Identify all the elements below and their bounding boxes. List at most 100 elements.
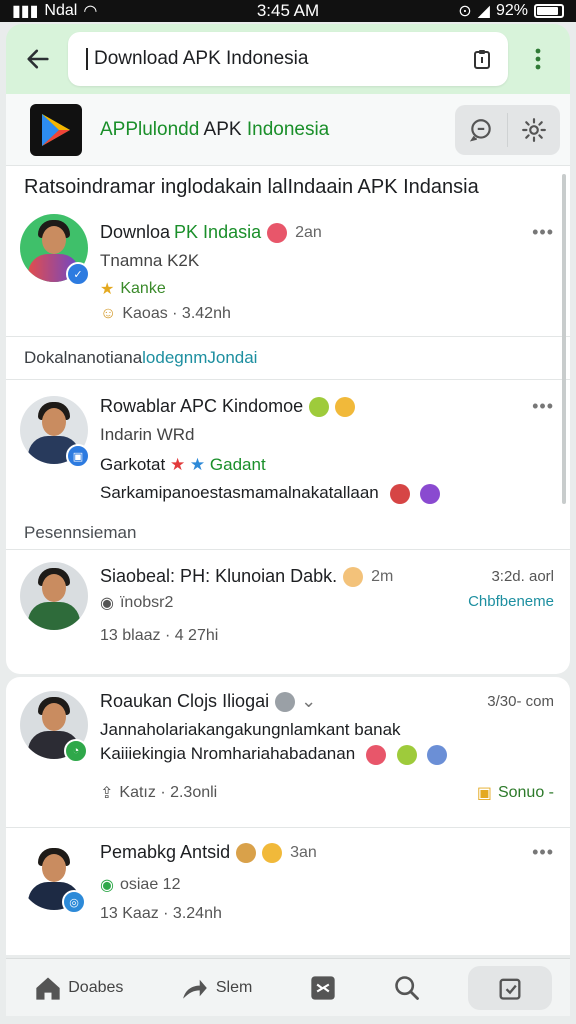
post-time: 3an	[290, 843, 317, 861]
post-sub-meta: ◉ ïnobsr2	[100, 593, 173, 613]
post-subtitle: osiae 12	[119, 876, 181, 893]
clipboard-check-icon	[499, 978, 521, 1000]
post-subtitle: ïnobsr2	[119, 594, 174, 611]
more-vertical-icon	[535, 48, 541, 70]
avatar	[20, 562, 88, 630]
badge-icon: ◎	[62, 890, 86, 914]
emoji-icon	[420, 483, 441, 504]
badge-icon: ◔	[64, 739, 88, 763]
back-button[interactable]	[16, 37, 60, 81]
shuffle-box-icon	[311, 975, 335, 1000]
more-menu-button[interactable]	[516, 37, 560, 81]
subsection-header: Dokalnanotiana lodegnmJondai	[6, 336, 570, 380]
post-action[interactable]: ▣ Sonuo -	[477, 783, 554, 803]
post-author: Siaobeal: PH: Klunoian Dabk.	[100, 566, 338, 586]
star-blue-icon: ★	[189, 455, 206, 474]
verified-badge-icon: ✓	[66, 262, 90, 286]
nav-library[interactable]	[467, 965, 552, 1010]
emoji-icon	[267, 222, 288, 243]
post-item[interactable]: ✓ Downloa PK Indasia 2an ••• Tnamna K2K …	[6, 206, 570, 336]
signal-bars-icon: ◢	[477, 3, 490, 20]
scrollbar[interactable]	[562, 174, 566, 504]
post-author: Downloa	[100, 222, 171, 242]
circle-icon: ◉	[100, 595, 114, 612]
post-action-text: Sonuo -	[497, 783, 554, 801]
text-caret	[86, 48, 88, 70]
share-arrow-icon	[183, 979, 207, 999]
post-author-highlight: PK Indasia	[174, 222, 262, 242]
post-meta: ☺ Kaoas · 3.42nh	[100, 305, 554, 323]
post-right-label[interactable]: Chbfbeneme	[468, 593, 554, 613]
carrier-name: Ndal	[44, 2, 78, 19]
section-title: Ratsoindramar inglodakain lalIndaain APK…	[24, 176, 479, 198]
post-sub-meta: ◉ osiae 12	[100, 875, 554, 895]
emoji-icon	[262, 842, 283, 863]
post-item[interactable]: Siaobeal: PH: Klunoian Dabk. 2m 3:2d. ao…	[6, 550, 570, 668]
alarm-icon: ⊙	[458, 3, 472, 20]
brand-row: APPlulondd APK Indonesia	[6, 94, 570, 166]
post-body-line2: Kaiiiekingia Nromhariahabadanan	[100, 744, 554, 765]
reaction-icon: ☺	[100, 305, 117, 322]
subsection-accent: lodegnmJondai	[142, 348, 258, 367]
brand-title-part2: APK	[203, 118, 247, 140]
post-header: Downloa PK Indasia 2an •••	[100, 206, 554, 243]
bottom-nav: Doabes Slem	[6, 958, 570, 1016]
post-more-button[interactable]: •••	[532, 396, 554, 417]
app-header	[6, 24, 570, 94]
nav-share-label: Slem	[215, 978, 253, 996]
settings-button[interactable]	[508, 105, 560, 155]
emoji-icon	[275, 691, 296, 712]
post-body-text: Kaiiiekingia Nromhariahabadanan	[100, 744, 356, 763]
battery-icon	[534, 4, 564, 18]
gear-icon	[522, 117, 546, 142]
post-row: ◉ ïnobsr2 Chbfbeneme	[100, 593, 554, 613]
nav-search[interactable]	[383, 968, 431, 1008]
avatar-face	[42, 574, 66, 602]
emoji-icon	[396, 744, 417, 765]
post-more-button[interactable]: •••	[532, 222, 554, 243]
post-right-time: 3:2d. aorl	[491, 568, 554, 585]
avatar-body	[28, 602, 80, 630]
signal-icon: ▮▮▮	[12, 3, 39, 20]
post-item[interactable]: ◔ Roaukan Clojs Iliogai ⌄ 3/30- com Jann…	[6, 677, 570, 827]
star-red-icon: ★	[169, 455, 186, 474]
avatar-face	[42, 226, 66, 254]
post-header: Pemabkg Antsid 3an •••	[100, 828, 554, 863]
share-icon[interactable]: ⇪	[100, 783, 113, 803]
emoji-icon	[343, 566, 364, 587]
post-subtitle: Tnamna K2K	[100, 251, 200, 270]
post-time: 2an	[295, 223, 322, 241]
nav-share[interactable]: Slem	[170, 969, 262, 1007]
search-input[interactable]	[94, 48, 470, 70]
post-item[interactable]: ▣ Rowablar APC Kindomoe ••• Indarin WRd …	[6, 380, 570, 516]
emoji-icon	[236, 842, 257, 863]
post-footer: ⇪ Katız · 2.3onli ▣ Sonuo -	[100, 783, 554, 803]
battery-percent: 92%	[495, 2, 528, 19]
post-body: Sarkamipanoestasmamalnakatallaan	[100, 483, 554, 504]
status-left: ▮▮▮ Ndal ◠	[12, 1, 97, 21]
green-circle-icon: ◉	[100, 877, 114, 894]
post-item[interactable]: ◎ Pemabkg Antsid 3an ••• ◉ osiae 12 13 K…	[6, 828, 570, 954]
clipboard-icon[interactable]	[470, 47, 494, 71]
post-meta-text: Kaoas · 3.42nh	[122, 305, 231, 322]
post-meta: 13 Kaaz · 3.24nh	[100, 905, 554, 923]
post-subtitle: Indarin WRd	[100, 425, 195, 444]
emoji-icon	[389, 483, 410, 504]
back-arrow-icon	[27, 49, 49, 69]
emoji-icon	[335, 396, 356, 417]
post-tag-text: Kanke	[120, 280, 166, 297]
emoji-icon	[365, 744, 386, 765]
status-right: ⊙ ◢ 92%	[458, 1, 564, 21]
nav-home[interactable]: Doabes	[24, 969, 133, 1007]
post-right-time: 3/30- com	[487, 693, 554, 710]
chat-button[interactable]	[455, 105, 507, 155]
nav-apps[interactable]	[299, 968, 347, 1008]
post-meta-text: Katız · 2.3onli	[119, 783, 218, 801]
search-box[interactable]	[68, 32, 508, 86]
chevron-down-icon[interactable]: ⌄	[301, 691, 316, 712]
subsection-header-2: Pesennsieman	[6, 516, 570, 550]
box-icon: ▣	[476, 784, 492, 802]
post-tag: ★ Kanke	[100, 279, 554, 299]
post-meta-text: 13 blaaz · 4 27hi	[100, 627, 219, 644]
post-more-button[interactable]: •••	[532, 842, 554, 863]
